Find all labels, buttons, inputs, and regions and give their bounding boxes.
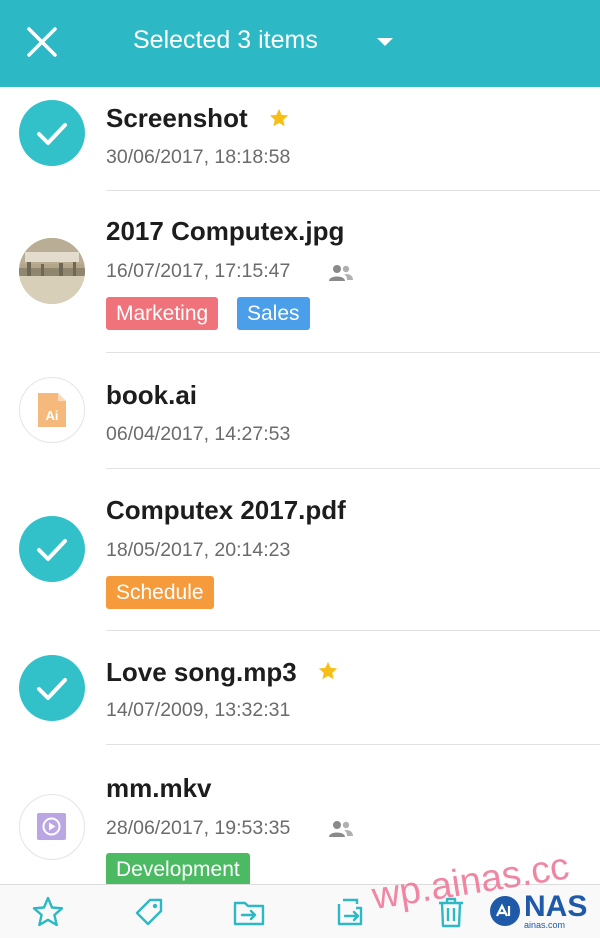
tag-sales[interactable]: Sales <box>237 297 310 330</box>
file-name: 2017 Computex.jpg <box>106 216 345 246</box>
svg-text:Ai: Ai <box>46 408 59 423</box>
star-icon <box>269 108 289 127</box>
ai-file-icon: Ai <box>38 393 66 427</box>
photo-thumbnail-image <box>19 238 85 304</box>
list-item[interactable]: Screenshot 30/06/2017, 18:18:58 <box>0 87 600 191</box>
star-icon <box>318 661 338 680</box>
watermark-logo-text: NAS <box>524 890 588 923</box>
tag-button[interactable] <box>132 895 166 929</box>
list-item[interactable]: 2017 Computex.jpg 16/07/2017, 17:15:47 M… <box>0 191 600 353</box>
video-file-icon <box>37 813 66 840</box>
copy-icon <box>337 898 363 926</box>
file-name: Screenshot <box>106 103 248 133</box>
tag-development[interactable]: Development <box>106 853 250 884</box>
file-date: 16/07/2017, 17:15:47 <box>106 260 291 282</box>
selection-checkbox[interactable] <box>19 655 85 721</box>
file-date: 28/06/2017, 19:53:35 <box>106 817 291 839</box>
move-to-folder-icon <box>233 901 265 926</box>
file-date: 30/06/2017, 18:18:58 <box>106 146 291 168</box>
checkmark-icon <box>37 539 67 561</box>
ainas-logo-icon <box>490 896 520 926</box>
move-button[interactable] <box>232 895 266 929</box>
photo-thumbnail[interactable] <box>19 238 85 304</box>
file-type-avatar[interactable] <box>19 794 85 860</box>
caret-down-icon <box>377 38 393 46</box>
list-item[interactable]: Ai book.ai 06/04/2017, 14:27:53 <box>0 353 600 469</box>
close-icon <box>27 27 57 57</box>
favorite-button[interactable] <box>31 895 65 929</box>
file-name: Love song.mp3 <box>106 657 297 687</box>
selection-checkbox[interactable] <box>19 516 85 582</box>
tag-marketing[interactable]: Marketing <box>106 297 219 330</box>
close-selection-button[interactable] <box>22 22 62 62</box>
shared-users-icon <box>329 821 353 837</box>
tag-schedule[interactable]: Schedule <box>106 576 214 609</box>
tag-icon <box>135 898 163 926</box>
checkmark-icon <box>37 123 67 145</box>
file-name: book.ai <box>106 380 198 410</box>
file-name: Computex 2017.pdf <box>106 495 346 525</box>
selection-toolbar: Selected 3 items <box>0 0 600 87</box>
checkmark-icon <box>37 678 67 700</box>
watermark-logo-subtext: ainas.com <box>524 920 566 930</box>
selection-count-title[interactable]: Selected 3 items <box>133 26 318 55</box>
star-outline-icon <box>32 896 64 927</box>
file-list: Screenshot 30/06/2017, 18:18:58 2017 Com… <box>0 87 600 884</box>
file-type-avatar[interactable]: Ai <box>19 377 85 443</box>
file-date: 14/07/2009, 13:32:31 <box>106 699 291 721</box>
list-item[interactable]: Computex 2017.pdf 18/05/2017, 20:14:23 S… <box>0 469 600 631</box>
copy-button[interactable] <box>334 895 368 929</box>
file-date: 18/05/2017, 20:14:23 <box>106 539 291 561</box>
shared-users-icon <box>329 265 353 281</box>
file-date: 06/04/2017, 14:27:53 <box>106 423 291 445</box>
list-item[interactable]: Love song.mp3 14/07/2009, 13:32:31 <box>0 631 600 745</box>
file-name: mm.mkv <box>106 773 212 803</box>
selection-dropdown-button[interactable] <box>370 30 400 54</box>
selection-checkbox[interactable] <box>19 100 85 166</box>
watermark-logo: NAS ainas.com <box>488 890 598 934</box>
